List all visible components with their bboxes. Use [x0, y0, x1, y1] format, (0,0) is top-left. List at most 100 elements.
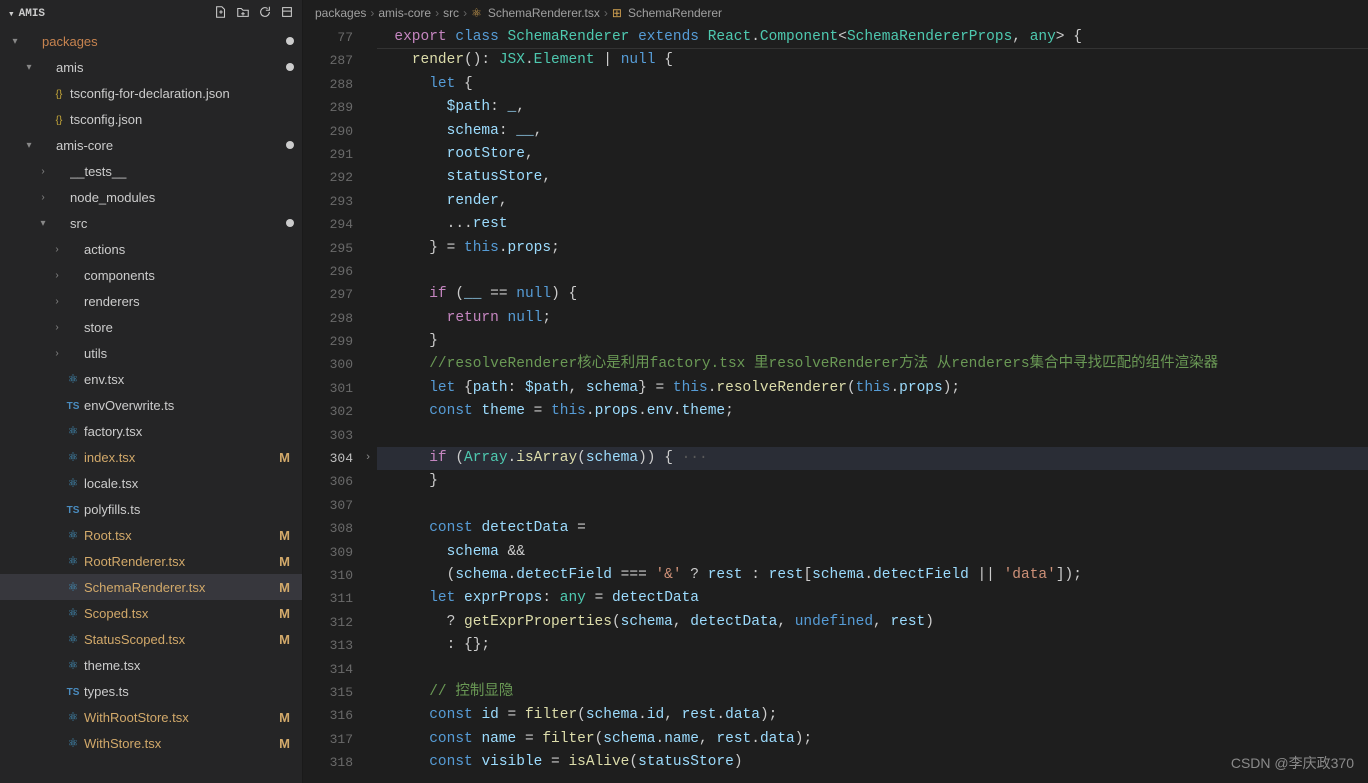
code-line[interactable]: const name = filter(schema.name, rest.da…	[377, 728, 1368, 751]
code-line[interactable]: render,	[377, 190, 1368, 213]
tree-item[interactable]: TSenvOverwrite.ts	[0, 392, 302, 418]
tree-item[interactable]: ⚛WithStore.tsxM	[0, 730, 302, 756]
code-line[interactable]: // 控制显隐	[377, 681, 1368, 704]
code-line[interactable]: const visible = isAlive(statusStore)	[377, 751, 1368, 774]
code-line[interactable]: ? getExprProperties(schema, detectData, …	[377, 611, 1368, 634]
tree-item[interactable]: ›renderers	[0, 288, 302, 314]
breadcrumb-item[interactable]: SchemaRenderer.tsx	[488, 6, 600, 20]
fold-column[interactable]: ›	[359, 26, 377, 783]
new-folder-icon[interactable]	[236, 5, 250, 23]
breadcrumb[interactable]: packages›amis-core›src›⚛SchemaRenderer.t…	[303, 0, 1368, 26]
line-numbers: 7728728828929029129229329429529629729829…	[303, 26, 359, 783]
code-line[interactable]: return null;	[377, 307, 1368, 330]
tree-item[interactable]: {}tsconfig-for-declaration.json	[0, 80, 302, 106]
chevron-icon: ›	[50, 270, 64, 281]
breadcrumb-item[interactable]: amis-core	[378, 6, 431, 20]
code-line[interactable]: (schema.detectField === '&' ? rest : res…	[377, 564, 1368, 587]
tree-item[interactable]: {}tsconfig.json	[0, 106, 302, 132]
tree-item-label: Scoped.tsx	[84, 606, 279, 621]
tree-item[interactable]: ›actions	[0, 236, 302, 262]
chevron-icon: ›	[36, 192, 50, 203]
file-icon: ⚛	[64, 424, 82, 438]
tree-item[interactable]: ▾amis	[0, 54, 302, 80]
code-line[interactable]: rootStore,	[377, 143, 1368, 166]
code-line[interactable]: let exprProps: any = detectData	[377, 587, 1368, 610]
code-line[interactable]: if (__ == null) {	[377, 283, 1368, 306]
editor: packages›amis-core›src›⚛SchemaRenderer.t…	[303, 0, 1368, 783]
code-line[interactable]: let {path: $path, schema} = this.resolve…	[377, 377, 1368, 400]
code-line[interactable]: let {	[377, 73, 1368, 96]
code-line[interactable]: const theme = this.props.env.theme;	[377, 400, 1368, 423]
code-line[interactable]: schema: __,	[377, 120, 1368, 143]
refresh-icon[interactable]	[258, 5, 272, 23]
breadcrumb-item[interactable]: SchemaRenderer	[628, 6, 722, 20]
code-line[interactable]: render(): JSX.Element | null {	[377, 49, 1368, 72]
code-line[interactable]: } = this.props;	[377, 237, 1368, 260]
code-line[interactable]: : {};	[377, 634, 1368, 657]
code-line[interactable]: //resolveRenderer核心是利用factory.tsx 里resol…	[377, 353, 1368, 376]
breadcrumb-item[interactable]: src	[443, 6, 459, 20]
modified-badge: M	[279, 580, 294, 595]
file-icon: ⚛	[64, 632, 82, 646]
tree-item-label: renderers	[84, 294, 294, 309]
breadcrumb-item[interactable]: packages	[315, 6, 366, 20]
code-line[interactable]: const id = filter(schema.id, rest.data);	[377, 704, 1368, 727]
tree-item[interactable]: ⚛WithRootStore.tsxM	[0, 704, 302, 730]
chevron-down-icon: ▾	[8, 7, 15, 21]
modified-badge: M	[279, 528, 294, 543]
tree-item[interactable]: ⚛locale.tsx	[0, 470, 302, 496]
tree-item-label: amis	[56, 60, 282, 75]
tree-item[interactable]: ▾amis-core	[0, 132, 302, 158]
tree-item[interactable]: ›components	[0, 262, 302, 288]
file-icon: ⚛	[64, 372, 82, 386]
code-line[interactable]: if (Array.isArray(schema)) { ···	[377, 447, 1368, 470]
tree-item[interactable]: ›__tests__	[0, 158, 302, 184]
tree-item[interactable]: ⚛RootRenderer.tsxM	[0, 548, 302, 574]
code-line[interactable]: }	[377, 470, 1368, 493]
tree-item[interactable]: ⚛Scoped.tsxM	[0, 600, 302, 626]
collapse-icon[interactable]	[280, 5, 294, 23]
code-line[interactable]	[377, 658, 1368, 681]
sticky-scroll-line[interactable]: export class SchemaRenderer extends Reac…	[377, 26, 1368, 49]
tree-item[interactable]: TStypes.ts	[0, 678, 302, 704]
code-line[interactable]: ...rest	[377, 213, 1368, 236]
code-line[interactable]	[377, 494, 1368, 517]
dirty-dot	[286, 63, 294, 71]
tree-item[interactable]: ⚛Root.tsxM	[0, 522, 302, 548]
new-file-icon[interactable]	[214, 5, 228, 23]
code-line[interactable]: const detectData =	[377, 517, 1368, 540]
tree-item[interactable]: ›store	[0, 314, 302, 340]
code-line[interactable]	[377, 260, 1368, 283]
tree-item[interactable]: ⚛factory.tsx	[0, 418, 302, 444]
code-content[interactable]: export class SchemaRenderer extends Reac…	[377, 26, 1368, 783]
tree-item-label: index.tsx	[84, 450, 279, 465]
tree-item[interactable]: ▾packages	[0, 28, 302, 54]
tree-item[interactable]: ⚛env.tsx	[0, 366, 302, 392]
tree-item-label: tsconfig.json	[70, 112, 294, 127]
tree-item-label: types.ts	[84, 684, 294, 699]
tree-item[interactable]: ⚛index.tsxM	[0, 444, 302, 470]
tree-item-label: node_modules	[70, 190, 294, 205]
explorer-actions	[214, 5, 294, 23]
code-area: 7728728828929029129229329429529629729829…	[303, 26, 1368, 783]
tree-item-label: envOverwrite.ts	[84, 398, 294, 413]
tree-item[interactable]: ⚛SchemaRenderer.tsxM	[0, 574, 302, 600]
tree-item-label: __tests__	[70, 164, 294, 179]
file-icon: ⚛	[64, 658, 82, 672]
tree-item[interactable]: › node_modules	[0, 184, 302, 210]
code-line[interactable]: statusStore,	[377, 166, 1368, 189]
tree-item-label: packages	[42, 34, 282, 49]
dirty-dot	[286, 219, 294, 227]
code-line[interactable]: $path: _,	[377, 96, 1368, 119]
code-line[interactable]	[377, 424, 1368, 447]
tree-item[interactable]: ▾src	[0, 210, 302, 236]
tree-item[interactable]: TSpolyfills.ts	[0, 496, 302, 522]
code-line[interactable]: }	[377, 330, 1368, 353]
chevron-icon: ›	[50, 244, 64, 255]
chevron-icon: ›	[50, 322, 64, 333]
tree-item[interactable]: ⚛theme.tsx	[0, 652, 302, 678]
tree-item[interactable]: ›utils	[0, 340, 302, 366]
code-line[interactable]: schema &&	[377, 541, 1368, 564]
tree-item[interactable]: ⚛StatusScoped.tsxM	[0, 626, 302, 652]
chevron-icon: ▾	[22, 140, 36, 151]
